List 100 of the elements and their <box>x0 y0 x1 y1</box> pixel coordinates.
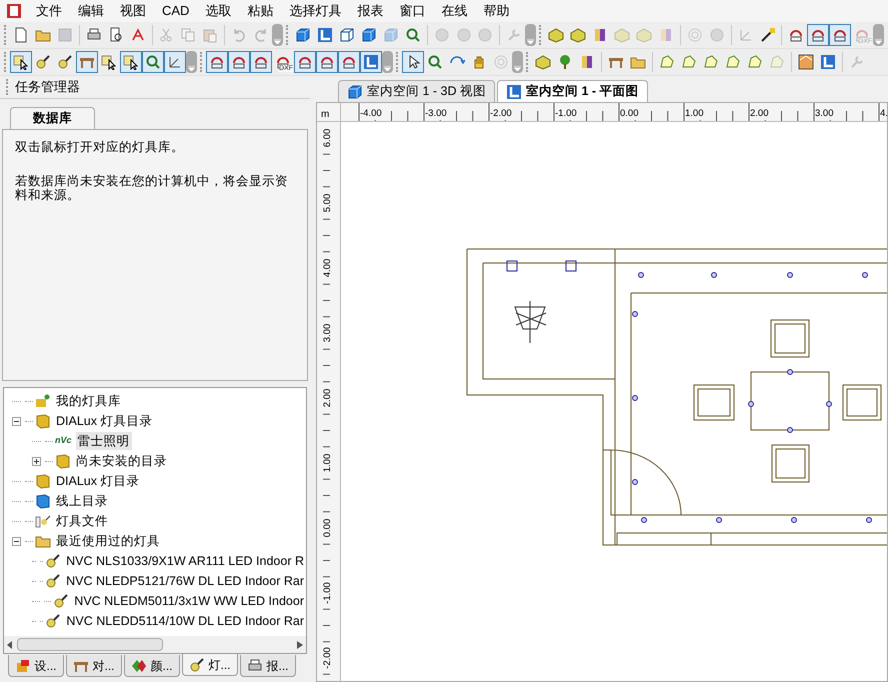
tab[interactable]: 报... <box>240 655 296 677</box>
cube-icon <box>295 27 312 43</box>
menu-item[interactable]: 编辑 <box>70 1 112 21</box>
sphere-icon <box>456 27 472 43</box>
calculation-surface-icon <box>297 54 313 70</box>
ruler-label: 2.00 <box>750 108 768 120</box>
ruler-label: 0.00 <box>620 108 638 120</box>
box-icon <box>614 27 630 43</box>
calculation-surface-icon <box>319 54 335 70</box>
document-tab[interactable]: 室内空间 1 - 平面图 <box>497 80 648 102</box>
calculation-surface-icon <box>275 54 291 70</box>
toolbar-button[interactable] <box>10 51 32 73</box>
calculation-surface-icon <box>209 54 225 70</box>
plus-icon <box>33 458 40 464</box>
horizontal-scrollbar[interactable] <box>4 636 306 653</box>
expand-toggle[interactable] <box>32 456 41 466</box>
tree-item[interactable]: 线上目录 <box>54 492 110 510</box>
collapse-toggle[interactable] <box>12 416 21 426</box>
tree-item[interactable]: 最近使用过的灯具 <box>54 532 162 550</box>
l-shape-icon <box>820 54 836 70</box>
toolbar-button[interactable] <box>250 51 272 73</box>
calculation-surface-icon <box>832 27 848 43</box>
tree-item[interactable]: DIALux 灯具目录 <box>54 412 154 430</box>
cube-icon <box>360 27 377 43</box>
tree-item[interactable]: 尚未安装的目录 <box>74 452 169 470</box>
toolbar-button[interactable] <box>829 24 852 46</box>
menu-item[interactable]: 帮助 <box>475 1 518 21</box>
l-shape-icon <box>316 27 333 43</box>
toolbar-button[interactable] <box>294 51 316 73</box>
book-with-person-icon <box>35 393 51 409</box>
target-icon <box>686 27 703 43</box>
tab[interactable]: 灯... <box>182 654 238 676</box>
print-preview-icon <box>108 27 124 43</box>
luminaire-icon <box>45 573 62 589</box>
box-icon <box>570 27 586 43</box>
color-icon <box>131 658 148 674</box>
wrench-icon <box>506 27 522 43</box>
menu-item[interactable]: 视图 <box>112 1 154 21</box>
luminaire-icon <box>189 656 206 672</box>
description-text: 若数据库尚未安装在您的计算机中，将会显示资料和来源。 <box>15 174 289 202</box>
tab[interactable]: 数据库 <box>10 107 95 129</box>
caret-icon <box>274 39 282 44</box>
ruler-label: 1.00 <box>685 108 704 120</box>
luminaire-icon <box>53 593 70 609</box>
tab[interactable]: 颜... <box>124 655 180 677</box>
tree-item[interactable]: NVC NLEDM5011/3x1W WW LED Indoor <box>72 592 306 610</box>
description-text: 双击鼠标打开对应的灯具库。 <box>15 140 185 154</box>
tree-item[interactable]: DIALux 灯目录 <box>54 472 142 490</box>
caret-icon <box>514 66 521 71</box>
luminaire-icon <box>45 553 62 569</box>
sphere-icon <box>434 27 450 43</box>
tree-item[interactable]: 雷士照明 <box>76 432 132 450</box>
calculation-surface-icon <box>788 27 804 43</box>
menu-item[interactable]: 报表 <box>349 1 392 21</box>
menu-item[interactable]: CAD <box>154 1 198 21</box>
copy-icon <box>180 27 196 43</box>
caret-icon <box>384 66 391 71</box>
tree-item[interactable]: NVC NLEDP5121/76W DL LED Indoor Rar <box>64 572 306 590</box>
toolbar-button[interactable] <box>402 51 424 73</box>
calculation-surface-icon <box>341 54 357 70</box>
ruler-label: -3.00 <box>425 108 447 120</box>
toolbar-button[interactable] <box>206 51 228 73</box>
menu-item[interactable]: 窗口 <box>391 1 434 21</box>
tab[interactable]: 设... <box>8 655 64 677</box>
cube-icon <box>347 84 363 100</box>
sphere-icon <box>708 27 725 43</box>
polygon-icon <box>659 54 675 70</box>
ruler-label: -1.00 <box>555 108 577 120</box>
tree-item[interactable]: NVC NLS1033/9X1W AR111 LED Indoor R <box>64 552 306 570</box>
scroll-right-icon[interactable] <box>297 640 303 648</box>
collapse-toggle[interactable] <box>12 536 21 546</box>
tab[interactable]: 对... <box>66 655 122 677</box>
calculation-surface-icon <box>253 54 269 70</box>
scroll-left-icon[interactable] <box>7 640 13 648</box>
toolbar-button[interactable] <box>338 51 360 73</box>
menu-item[interactable]: 文件 <box>28 1 70 21</box>
toolbar-button[interactable] <box>164 51 186 73</box>
book-icon <box>55 453 71 469</box>
polygon-icon <box>725 54 741 70</box>
tree-item[interactable]: NVC NLEDD5114/10W DL LED Indoor Rar <box>64 612 306 630</box>
toolbar-button[interactable] <box>120 51 142 73</box>
toolbar-button[interactable] <box>228 51 250 73</box>
tree-item[interactable]: 我的灯具库 <box>54 392 123 410</box>
calculation-surface-icon <box>231 54 247 70</box>
tree-icon <box>557 54 573 70</box>
polygon-icon <box>769 54 785 70</box>
measuring-tape-icon <box>760 27 776 43</box>
document-tab[interactable]: 室内空间 1 - 3D 视图 <box>338 80 495 102</box>
menu-item[interactable]: 选择灯具 <box>281 1 350 21</box>
ruler-label: -4.00 <box>360 108 382 120</box>
brand-logo: nVc <box>55 434 72 448</box>
luminaire-icon <box>35 54 51 70</box>
menu-item[interactable]: 粘贴 <box>239 1 282 21</box>
menu-item[interactable]: 在线 <box>433 1 476 21</box>
printer-icon <box>247 658 264 674</box>
selection-cursor-icon <box>123 54 139 70</box>
toolbar-button[interactable] <box>807 24 830 46</box>
tree-item[interactable]: 灯具文件 <box>54 512 110 530</box>
toolbar-button[interactable] <box>316 51 338 73</box>
menu-item[interactable]: 选取 <box>197 1 240 21</box>
